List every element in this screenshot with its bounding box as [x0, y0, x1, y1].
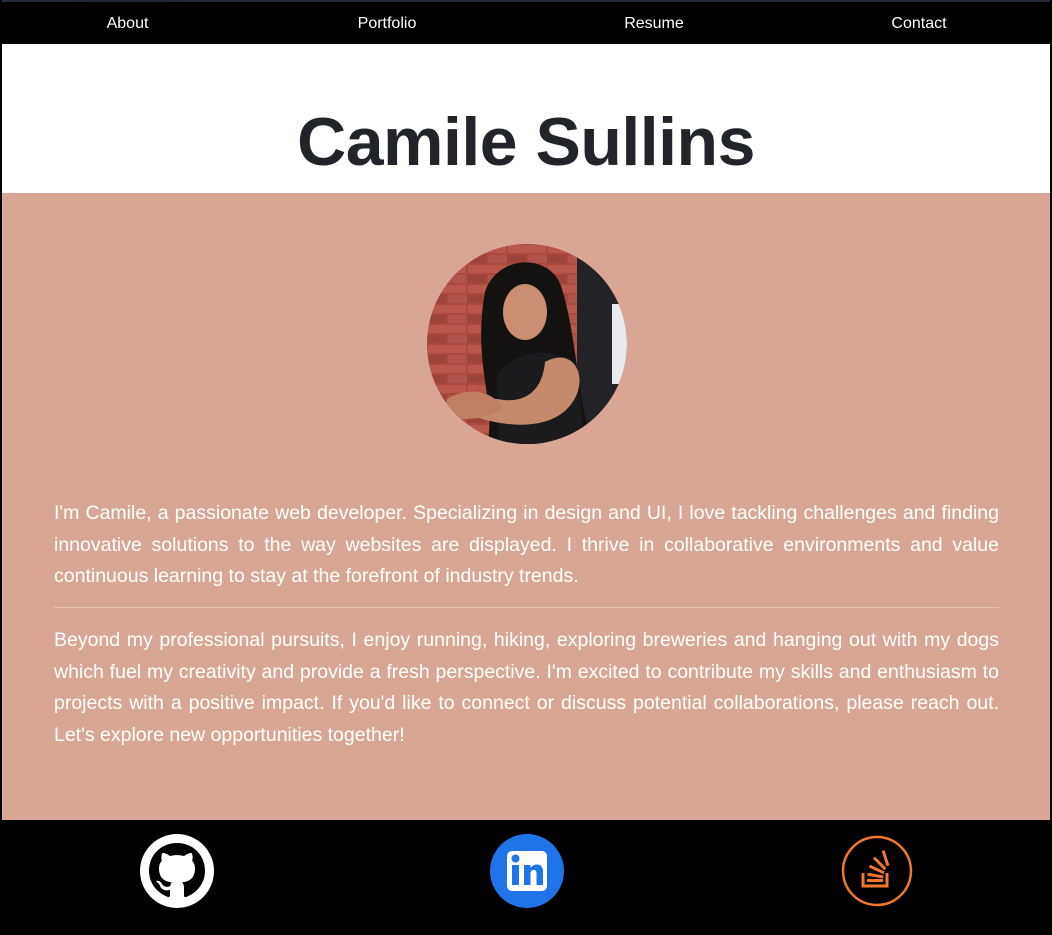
- nav-portfolio-link[interactable]: Portfolio: [347, 4, 427, 44]
- bio-paragraph: I'm Camile, a passionate web developer. …: [54, 502, 999, 587]
- linkedin-link[interactable]: [489, 833, 565, 909]
- nav-resume-link[interactable]: Resume: [614, 4, 694, 44]
- profile-photo-illustration: [427, 244, 627, 444]
- nav-about-link[interactable]: About: [86, 4, 169, 44]
- bio-paragraph: Beyond my professional pursuits, I enjoy…: [54, 629, 999, 746]
- section-divider: [54, 607, 999, 608]
- page-header: Camile Sullins: [0, 44, 1052, 193]
- top-navigation: About Portfolio Resume Contact: [0, 0, 1052, 44]
- nav-contact-link[interactable]: Contact: [879, 4, 959, 44]
- github-icon: [140, 834, 214, 908]
- about-section: I'm Camile, a passionate web developer. …: [0, 193, 1052, 820]
- stackoverflow-icon: [841, 835, 913, 907]
- page-title: Camile Sullins: [297, 104, 755, 180]
- profile-photo: [427, 244, 627, 444]
- linkedin-icon: [490, 834, 564, 908]
- page-footer: [0, 820, 1052, 935]
- stackoverflow-link[interactable]: [839, 833, 915, 909]
- github-link[interactable]: [139, 833, 215, 909]
